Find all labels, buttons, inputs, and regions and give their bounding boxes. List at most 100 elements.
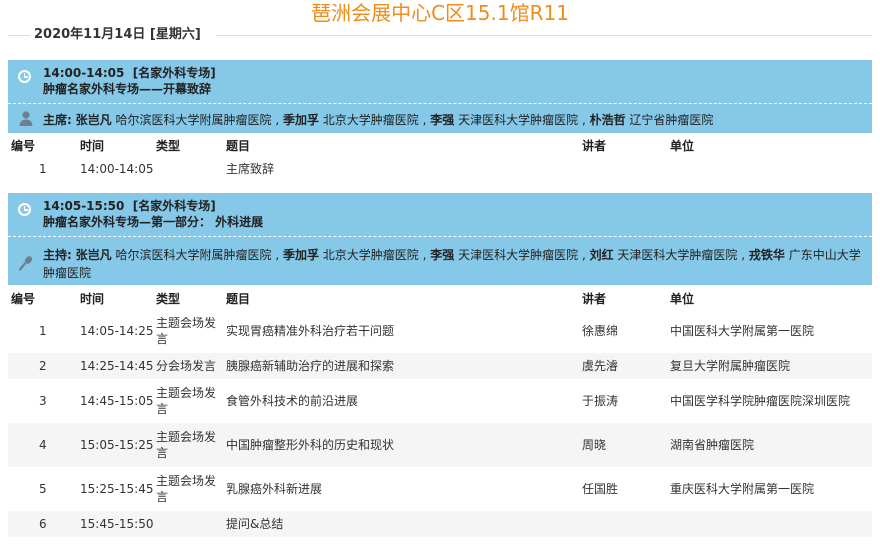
table-row: 5 15:25-15:45 主题会场发言 乳腺癌外科新进展 任国胜 重庆医科大学… [8, 467, 872, 511]
chair-name: 戎铁华 [748, 248, 785, 262]
chair-name: 李强 [430, 248, 455, 262]
column-header-speaker: 讲者 [582, 134, 670, 156]
date-row: 2020年11月14日 [星期六] [0, 24, 880, 46]
clock-icon [18, 203, 31, 216]
session-divider [8, 103, 872, 104]
session-time-range: 14:00-14:05 [43, 66, 125, 80]
column-header-topic: 题目 [226, 134, 582, 156]
row-time: 15:45-15:50 [80, 511, 156, 537]
session-subtitle: 肿瘤名家外科专场——开幕致辞 [43, 82, 212, 96]
row-num: 2 [8, 353, 80, 379]
session-chairs: 主持: 张岂凡 哈尔滨医科大学附属肿瘤医院 , 季加孚 北京大学肿瘤医院 , 李… [43, 248, 861, 280]
session-chairs: 主席: 张岂凡 哈尔滨医科大学附属肿瘤医院 , 季加孚 北京大学肿瘤医院 , 李… [43, 113, 714, 127]
table-row: 2 14:25-14:45 分会场发言 胰腺癌新辅助治疗的进展和探索 虞先濬 复… [8, 353, 872, 379]
chair-name: 季加孚 [282, 248, 319, 262]
chair-name: 朴浩哲 [589, 113, 626, 127]
session-tag: [名家外科专场] [132, 199, 216, 213]
row-topic: 提问&总结 [226, 511, 582, 537]
row-unit: 复旦大学附属肿瘤医院 [670, 353, 872, 379]
row-unit: 湖南省肿瘤医院 [670, 423, 872, 467]
chair-unit: 哈尔滨医科大学附属肿瘤医院 [115, 248, 272, 262]
row-time: 15:05-15:25 [80, 423, 156, 467]
table-header-row: 编号 时间 类型 题目 讲者 单位 [8, 134, 872, 156]
chair-unit: 天津医科大学肿瘤医院 [458, 248, 579, 262]
row-unit [670, 511, 872, 537]
column-header-type: 类型 [156, 134, 226, 156]
row-type [156, 511, 226, 537]
row-topic: 食管外科技术的前沿进展 [226, 379, 582, 423]
chair-unit: 天津医科大学肿瘤医院 [458, 113, 579, 127]
row-topic: 实现胃癌精准外科治疗若干问题 [226, 309, 582, 353]
row-time: 14:05-14:25 [80, 309, 156, 353]
chair-unit: 北京大学肿瘤医院 [322, 248, 419, 262]
session-time: 14:05-15:50 [名家外科专场] [43, 198, 216, 214]
column-header-num: 编号 [8, 287, 80, 309]
chair-unit: 辽宁省肿瘤医院 [629, 113, 714, 127]
column-header-num: 编号 [8, 134, 80, 156]
chair-name: 李强 [430, 113, 455, 127]
row-speaker: 虞先濬 [582, 353, 670, 379]
session-time: 14:00-14:05 [名家外科专场] [43, 65, 216, 81]
chair-unit: 哈尔滨医科大学附属肿瘤医院 [115, 113, 272, 127]
session-date: 2020年11月14日 [星期六] [34, 27, 201, 42]
chair-name: 季加孚 [282, 113, 319, 127]
session-divider [8, 236, 872, 237]
session-header-1: 14:00-14:05 [名家外科专场] 肿瘤名家外科专场——开幕致辞 主席: … [8, 60, 872, 133]
date-divider-right [216, 35, 872, 36]
column-header-topic: 题目 [226, 287, 582, 309]
row-topic: 乳腺癌外科新进展 [226, 467, 582, 511]
row-type: 主题会场发言 [156, 467, 226, 511]
column-header-speaker: 讲者 [582, 287, 670, 309]
table-header-row: 编号 时间 类型 题目 讲者 单位 [8, 287, 872, 309]
row-speaker: 徐惠绵 [582, 309, 670, 353]
row-topic: 胰腺癌新辅助治疗的进展和探索 [226, 353, 582, 379]
row-speaker: 周晓 [582, 423, 670, 467]
table-row: 4 15:05-15:25 主题会场发言 中国肿瘤整形外科的历史和现状 周晓 湖… [8, 423, 872, 467]
table-row: 3 14:45-15:05 主题会场发言 食管外科技术的前沿进展 于振涛 中国医… [8, 379, 872, 423]
column-header-unit: 单位 [670, 287, 872, 309]
column-header-type: 类型 [156, 287, 226, 309]
row-num: 1 [8, 156, 80, 182]
row-time: 14:45-15:05 [80, 379, 156, 423]
table-row: 1 14:05-14:25 主题会场发言 实现胃癌精准外科治疗若干问题 徐惠绵 … [8, 309, 872, 353]
row-speaker: 于振涛 [582, 379, 670, 423]
row-num: 4 [8, 423, 80, 467]
chair-label: 主持: [43, 248, 72, 262]
row-type: 主题会场发言 [156, 379, 226, 423]
row-speaker [582, 511, 670, 537]
schedule-table-1: 编号 时间 类型 题目 讲者 单位 1 14:00-14:05 主席致辞 [8, 134, 872, 182]
row-unit: 重庆医科大学附属第一医院 [670, 467, 872, 511]
session-subtitle: 肿瘤名家外科专场—第一部分： 外科进展 [43, 215, 264, 229]
date-divider-left [8, 35, 30, 36]
chair-label: 主席: [43, 113, 72, 127]
chair-name: 刘红 [589, 248, 614, 262]
column-header-time: 时间 [80, 134, 156, 156]
chair-unit: 北京大学肿瘤医院 [322, 113, 419, 127]
session-tag: [名家外科专场] [132, 66, 216, 80]
row-speaker: 任国胜 [582, 467, 670, 511]
hall-title: 琶洲会展中心C区15.1馆R11 [311, 1, 569, 25]
chair-name: 张岂凡 [75, 113, 112, 127]
column-header-unit: 单位 [670, 134, 872, 156]
row-time: 14:25-14:45 [80, 353, 156, 379]
row-unit: 中国医学科学院肿瘤医院深圳医院 [670, 379, 872, 423]
row-unit: 中国医科大学附属第一医院 [670, 309, 872, 353]
row-num: 1 [8, 309, 80, 353]
schedule-table-2: 编号 时间 类型 题目 讲者 单位 1 14:05-14:25 主题会场发言 实… [8, 287, 872, 537]
row-time: 14:00-14:05 [80, 156, 156, 182]
row-type [156, 156, 226, 182]
table-row: 6 15:45-15:50 提问&总结 [8, 511, 872, 537]
row-type: 主题会场发言 [156, 423, 226, 467]
session-header-2: 14:05-15:50 [名家外科专场] 肿瘤名家外科专场—第一部分： 外科进展… [8, 193, 872, 285]
microphone-icon [18, 256, 33, 271]
row-num: 3 [8, 379, 80, 423]
chair-name: 张岂凡 [75, 248, 112, 262]
row-unit [670, 156, 872, 182]
column-header-time: 时间 [80, 287, 156, 309]
clock-icon [18, 70, 31, 83]
chair-unit: 天津医科大学肿瘤医院 [617, 248, 738, 262]
row-topic: 主席致辞 [226, 156, 582, 182]
row-speaker [582, 156, 670, 182]
row-type: 主题会场发言 [156, 309, 226, 353]
row-topic: 中国肿瘤整形外科的历史和现状 [226, 423, 582, 467]
